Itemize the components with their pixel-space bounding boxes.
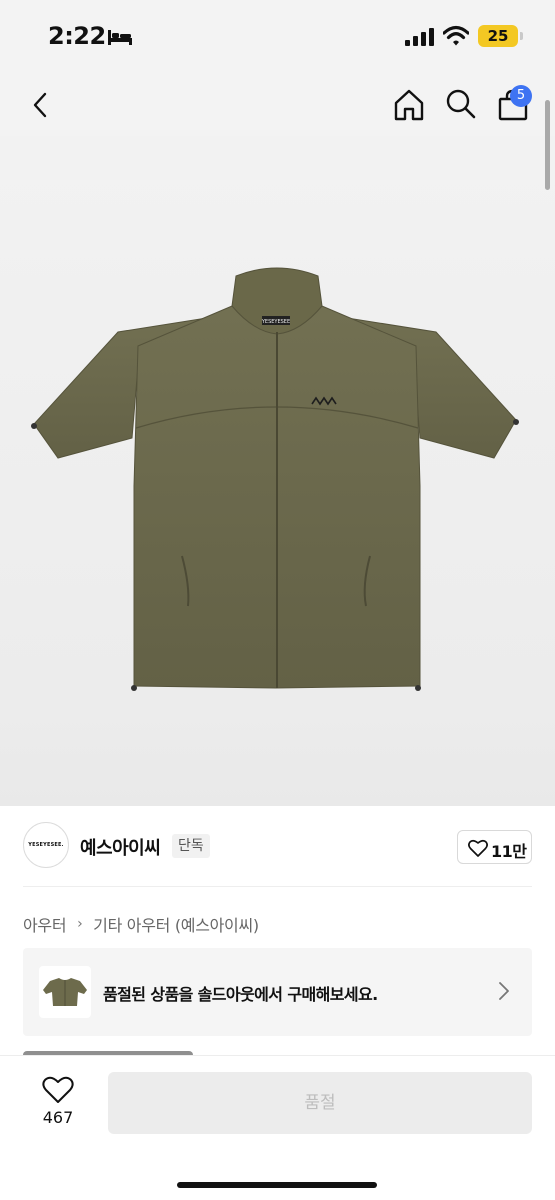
- status-bar: 2:22 25: [0, 0, 555, 76]
- soldout-banner[interactable]: 품절된 상품을 솔드아웃에서 구매해보세요.: [23, 948, 532, 1036]
- brand-logo[interactable]: YESEYESEE.: [23, 822, 69, 868]
- heart-icon: [468, 839, 488, 857]
- product-image[interactable]: YESEYESEE: [0, 136, 555, 806]
- home-icon[interactable]: [392, 88, 426, 122]
- heart-icon: [42, 1076, 74, 1103]
- banner-thumbnail: [39, 966, 91, 1018]
- banner-text: 품절된 상품을 솔드아웃에서 구매해보세요.: [103, 985, 378, 1004]
- jacket-thumbnail-icon: [43, 978, 87, 1006]
- signal-icon: [405, 28, 434, 46]
- search-icon[interactable]: [445, 88, 477, 120]
- back-chevron-icon[interactable]: [26, 90, 56, 120]
- breadcrumb: 아우터 › 기타 아우터 (예스아이씨): [23, 912, 259, 936]
- chevron-right-icon: [499, 982, 509, 1000]
- brand-like-button[interactable]: 11만: [457, 830, 532, 864]
- top-nav: [0, 76, 555, 136]
- divider: [23, 886, 532, 887]
- scroll-indicator[interactable]: [545, 100, 550, 190]
- wishlist-count: 467: [42, 1108, 74, 1127]
- olive-jacket-illustration: YESEYESEE: [31, 267, 519, 691]
- jacket-label-text: YESEYESEE: [261, 319, 290, 325]
- bed-icon: [108, 30, 132, 45]
- wifi-icon: [443, 25, 469, 46]
- wishlist-button[interactable]: 467: [30, 1072, 86, 1132]
- status-time: 2:22: [48, 22, 106, 50]
- cart-count-badge: 5: [510, 85, 532, 107]
- brand-name[interactable]: 예스아이씨: [80, 834, 161, 860]
- brand-row: YESEYESEE. 예스아이씨 단독 11만: [0, 806, 555, 886]
- chevron-right-icon: ›: [77, 916, 83, 932]
- soldout-button[interactable]: 품절: [108, 1072, 532, 1134]
- battery-nub: [520, 32, 523, 40]
- home-indicator[interactable]: [177, 1182, 377, 1188]
- breadcrumb-category[interactable]: 아우터: [23, 912, 67, 936]
- battery-icon: 25: [478, 25, 518, 47]
- exclusive-badge: 단독: [172, 834, 210, 858]
- bottom-action-bar: 467 품절: [0, 1056, 555, 1200]
- brand-like-count: 11만: [491, 842, 527, 861]
- breadcrumb-subcategory[interactable]: 기타 아우터 (예스아이씨): [93, 912, 259, 936]
